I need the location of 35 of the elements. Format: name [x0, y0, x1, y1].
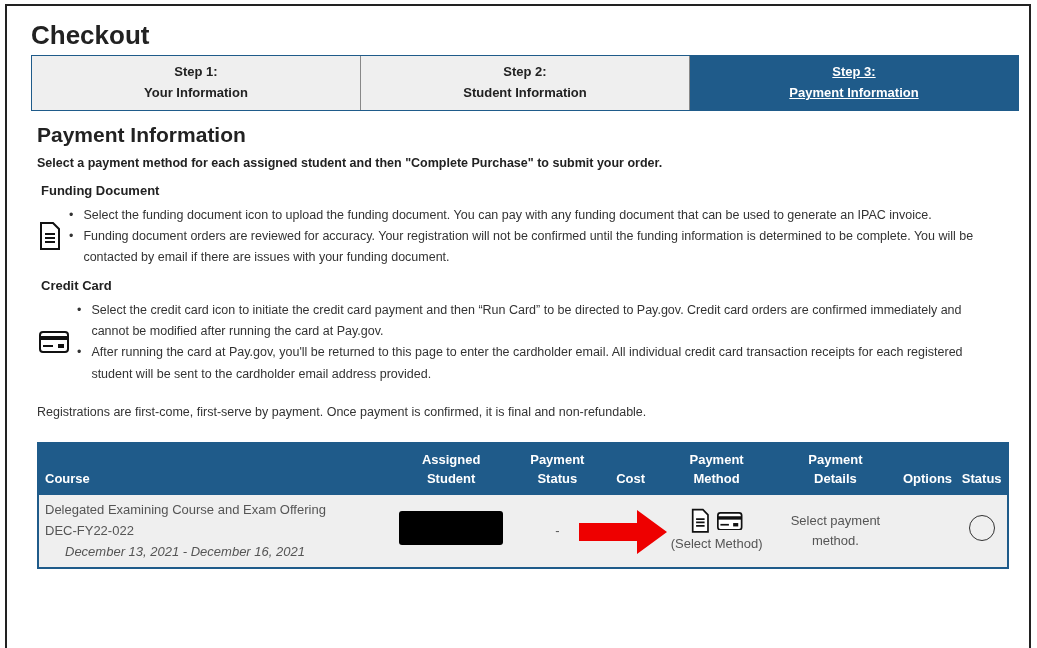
method-heading: Funding Document	[41, 182, 161, 201]
page-title: Checkout	[31, 20, 151, 52]
column-header: Payment Status	[514, 443, 601, 495]
document-icon	[39, 221, 61, 252]
column-header: Course	[39, 443, 388, 495]
document-icon[interactable]	[690, 508, 710, 534]
bullet-marker: •	[69, 227, 74, 245]
step-tab[interactable]: Step 2: Student Information	[360, 56, 689, 110]
column-header: Status	[956, 443, 1007, 495]
bullet-text: Select the funding document icon to upload the funding document. You can pay with any funding document that can be used to generate an IPAC invoice.	[83, 206, 932, 224]
credit-card-icon	[39, 331, 69, 354]
column-header: Options	[898, 443, 957, 495]
column-header: Payment Details	[772, 443, 899, 495]
column-header: Assigned Student	[387, 443, 515, 495]
step-tab[interactable]: Step 1: Your Information	[32, 56, 360, 110]
bullet-text: After running the card at Pay.gov, you'll be returned to this page to enter the cardholder email. All individual credit card transaction receipts for each registered student will be sent to the cardholder email address provided.	[91, 344, 964, 383]
payment-status: -	[555, 522, 560, 538]
bullet-marker: •	[77, 301, 82, 319]
course-code: DEC-FY22-022	[45, 521, 135, 540]
column-header: Cost	[600, 443, 661, 495]
column-header: Payment Method	[660, 443, 773, 495]
section-heading: Payment Information	[37, 121, 247, 148]
bullet-text: Select the credit card icon to initiate the credit card payment and then “Run Card” to be directed to Pay.gov. Credit card orders are confirmed immediately and cannot be modified after running the card at Pay.gov.	[91, 301, 963, 341]
instruction-text: Select a payment method for each assigned student and then "Complete Purchase" to submit your order.	[37, 155, 664, 173]
step-tab[interactable]: Step 3: Payment Information	[689, 56, 1018, 110]
course-dates: December 13, 2021 - December 16, 2021	[64, 543, 306, 562]
bullet-marker: •	[69, 206, 74, 224]
bullet-marker: •	[77, 344, 82, 362]
credit-card-icon[interactable]	[717, 511, 743, 531]
course-name: Delegated Examining Course and Exam Offering	[45, 500, 327, 519]
notice-text: Registrations are first-come, first-serve by payment. Once payment is confirmed, it is final and non-refundable.	[37, 403, 648, 421]
payment-details: Select payment method.	[790, 513, 881, 548]
bullet-text: Funding document orders are reviewed for accuracy. Your registration will not be confirmed until the funding information is determined to be complete. You will be contacted by email if there are issues with your funding document.	[83, 227, 975, 267]
select-method-text: (Select Method)	[669, 534, 764, 553]
method-heading: Credit Card	[41, 277, 113, 296]
